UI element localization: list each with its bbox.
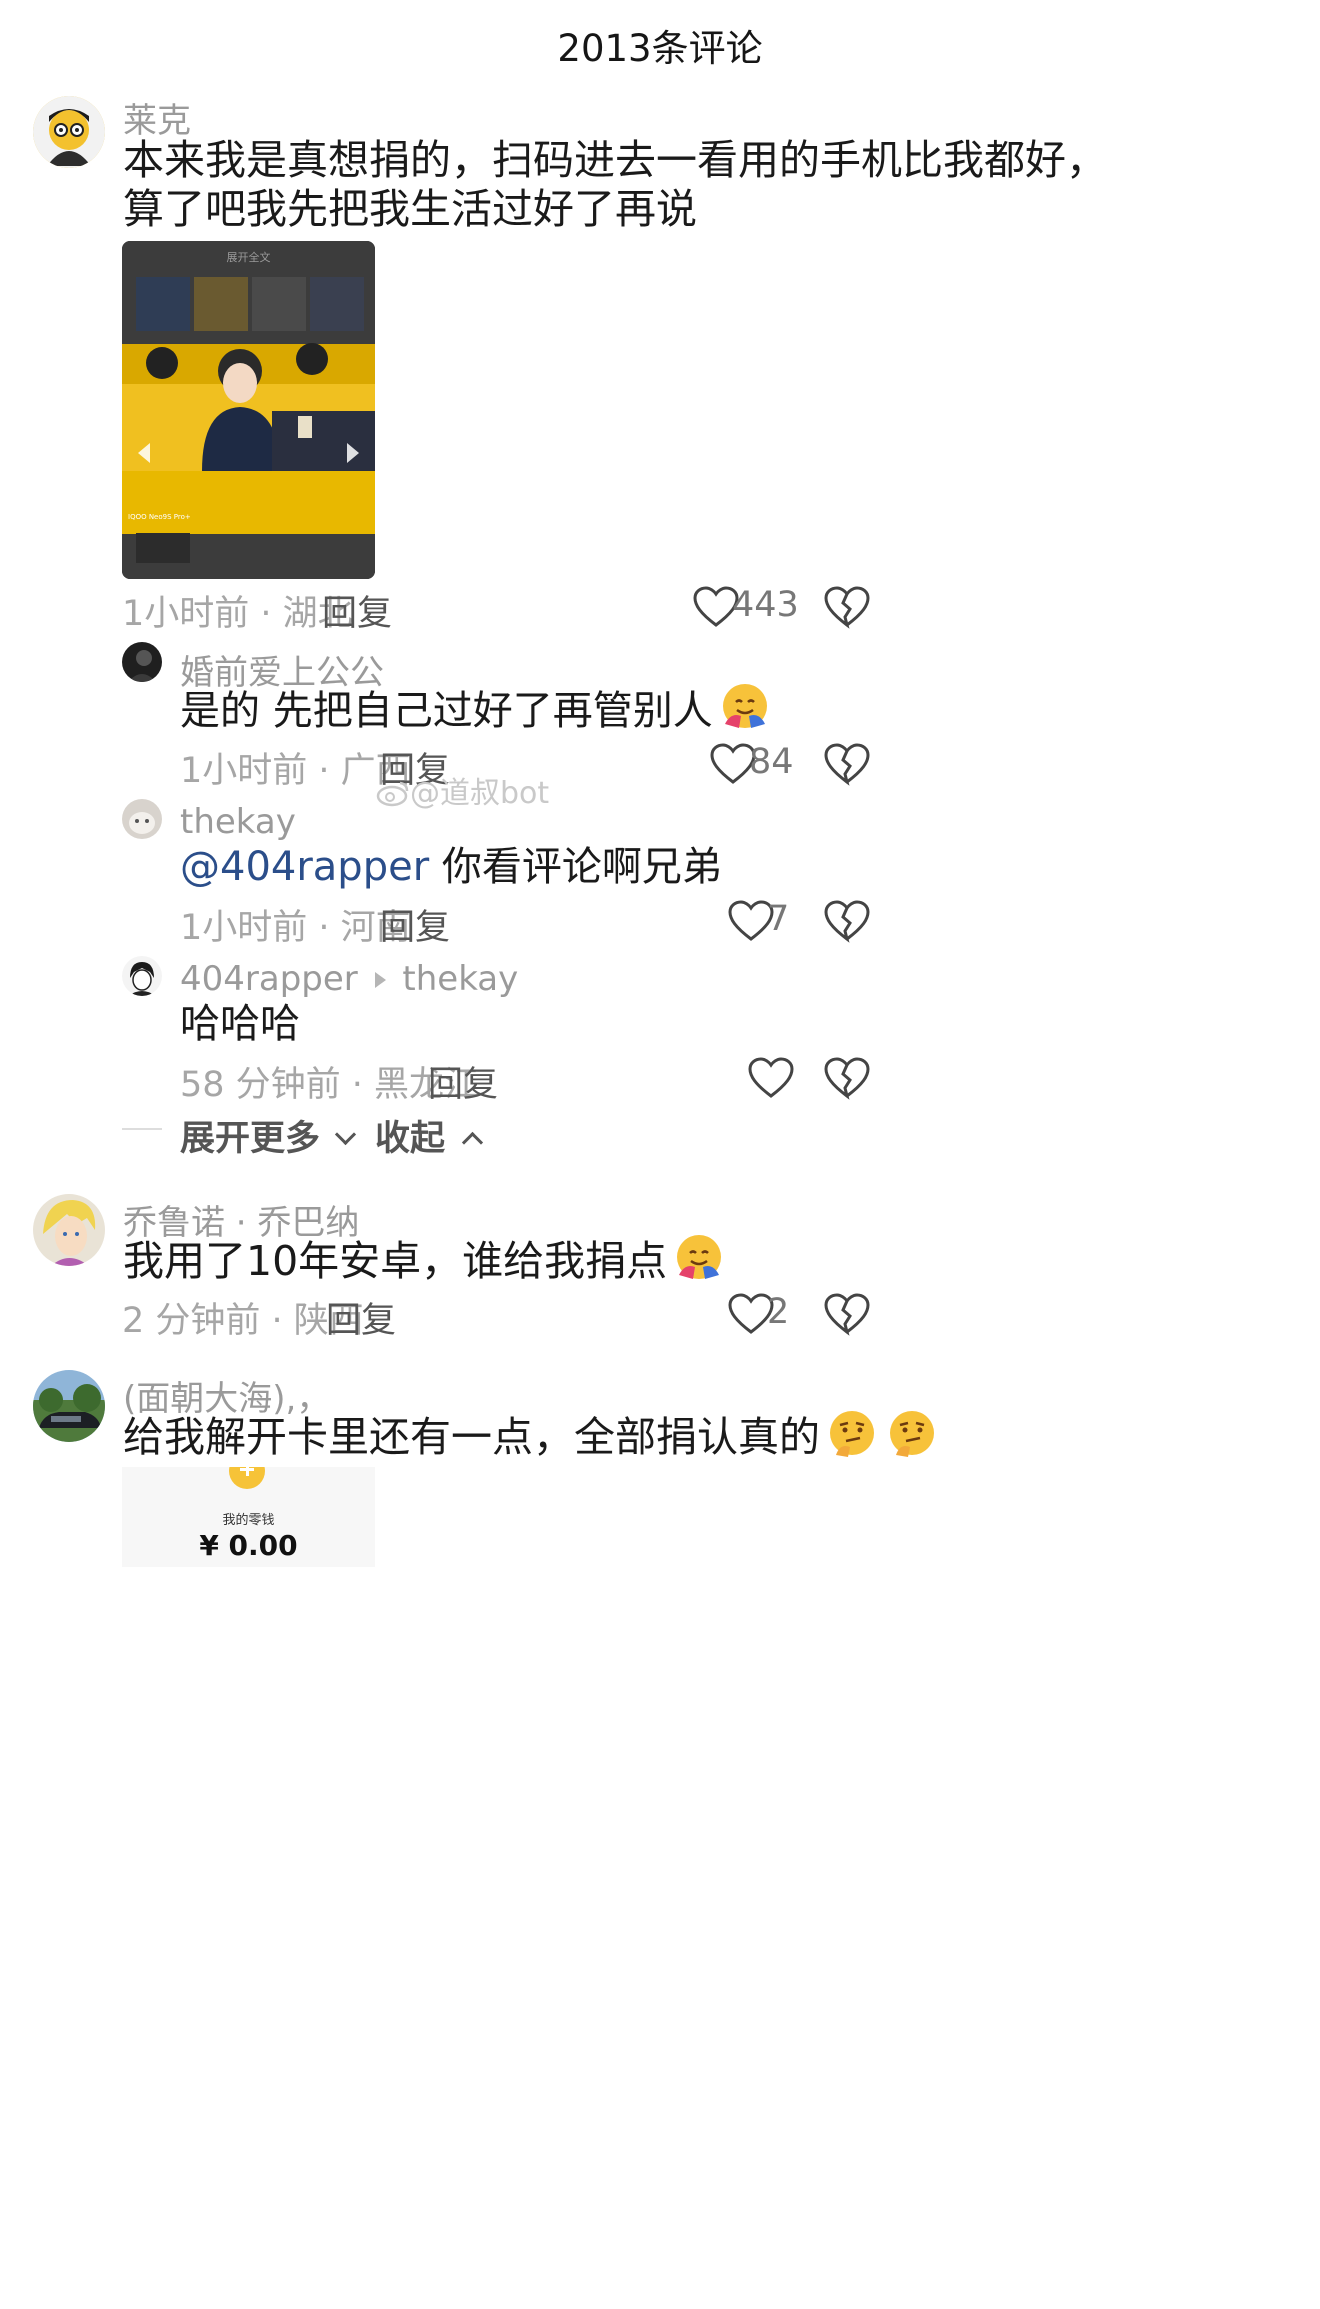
comment-text: 是的 先把自己过好了再管别人 [180, 674, 773, 748]
collapse-button[interactable]: 收起 [375, 1110, 484, 1161]
image-expand-caption: 展开全文 [226, 251, 271, 264]
dislike-button[interactable] [823, 585, 871, 629]
dislike-button[interactable] [823, 742, 871, 786]
collapse-label: 收起 [375, 1119, 446, 1159]
avatar[interactable] [122, 956, 162, 996]
watermark: @道叔bot [376, 768, 549, 812]
avatar[interactable] [33, 96, 105, 168]
comment-text-body: 给我解开卡里还有一点，全部捐认真的 [123, 1413, 820, 1461]
reply-target-username[interactable]: thekay [402, 959, 518, 999]
dislike-button[interactable] [823, 1056, 871, 1100]
image-device-caption: IQOO Neo9S Pro+ [128, 513, 191, 521]
comment-text: @404rapper 你看评论啊兄弟 [180, 830, 722, 904]
comment-image[interactable]: 我的零钱 ¥ 0.00 [122, 1467, 375, 1567]
wallet-balance: ¥ 0.00 [199, 1529, 298, 1562]
hugging-face-emoji-icon [717, 678, 773, 734]
user-avatar-icon [122, 956, 162, 996]
broken-heart-icon [824, 586, 870, 629]
dislike-button[interactable] [823, 899, 871, 943]
like-count: 84 [749, 742, 794, 782]
comment-text-body: 是的 先把自己过好了再管别人 [180, 688, 713, 734]
wallet-label: 我的零钱 [222, 1513, 275, 1528]
thinking-face-emoji-icon [884, 1405, 940, 1461]
expand-more-label: 展开更多 [180, 1119, 321, 1159]
reply-arrow-icon [374, 972, 386, 988]
mention-link[interactable]: @404rapper [180, 844, 429, 890]
chevron-up-icon [462, 1131, 484, 1154]
user-avatar-icon [33, 1194, 105, 1266]
weibo-logo-icon [376, 779, 410, 807]
comment-time-location: 1小时前 · 河南 [180, 908, 411, 948]
like-count: 2 [767, 1292, 790, 1332]
chevron-down-icon [335, 1123, 357, 1146]
photo-thumbnail [122, 241, 375, 579]
reply-button[interactable]: 回复 [428, 1056, 498, 1107]
thread-divider [122, 1128, 162, 1130]
reply-button[interactable]: 回复 [322, 585, 392, 636]
comment-time-location: 1小时前 · 湖北 [122, 594, 353, 634]
heart-icon [748, 1057, 794, 1098]
user-avatar-icon [33, 96, 105, 168]
user-avatar-icon [33, 1370, 105, 1442]
avatar[interactable] [122, 799, 162, 839]
user-avatar-icon [122, 642, 162, 682]
like-button[interactable] [747, 1056, 795, 1100]
comment-text-line-2: 算了吧我先把我生活过好了再说 [123, 185, 697, 233]
comment-text: 哈哈哈 [180, 1001, 300, 1047]
broken-heart-icon [824, 1293, 870, 1336]
avatar[interactable] [33, 1194, 105, 1266]
comment-image[interactable]: 展开全文 IQOO Neo9S Pro+ [122, 241, 375, 579]
comment-count-title: 2013条评论 [557, 27, 763, 70]
broken-heart-icon [824, 743, 870, 786]
hugging-face-emoji-icon [671, 1229, 727, 1285]
like-count: 443 [732, 585, 799, 625]
comment-text-body: 我用了10年安卓，谁给我捐点 [123, 1237, 668, 1285]
comment-text: 给我解开卡里还有一点，全部捐认真的 [123, 1400, 940, 1474]
broken-heart-icon [824, 1057, 870, 1100]
thinking-face-emoji-icon [824, 1405, 880, 1461]
watermark-text: @道叔bot [410, 776, 550, 811]
comment-text: 我用了10年安卓，谁给我捐点 [123, 1224, 727, 1298]
like-count: 7 [767, 899, 790, 939]
avatar[interactable] [33, 1370, 105, 1442]
avatar[interactable] [122, 642, 162, 682]
broken-heart-icon [824, 900, 870, 943]
reply-button[interactable]: 回复 [380, 899, 450, 950]
expand-more-button[interactable]: 展开更多 [180, 1110, 357, 1161]
user-avatar-icon [122, 799, 162, 839]
comment-text-body: 你看评论啊兄弟 [429, 844, 722, 890]
wallet-coin-icon [229, 1467, 265, 1489]
reply-button[interactable]: 回复 [326, 1292, 396, 1343]
dislike-button[interactable] [823, 1292, 871, 1336]
